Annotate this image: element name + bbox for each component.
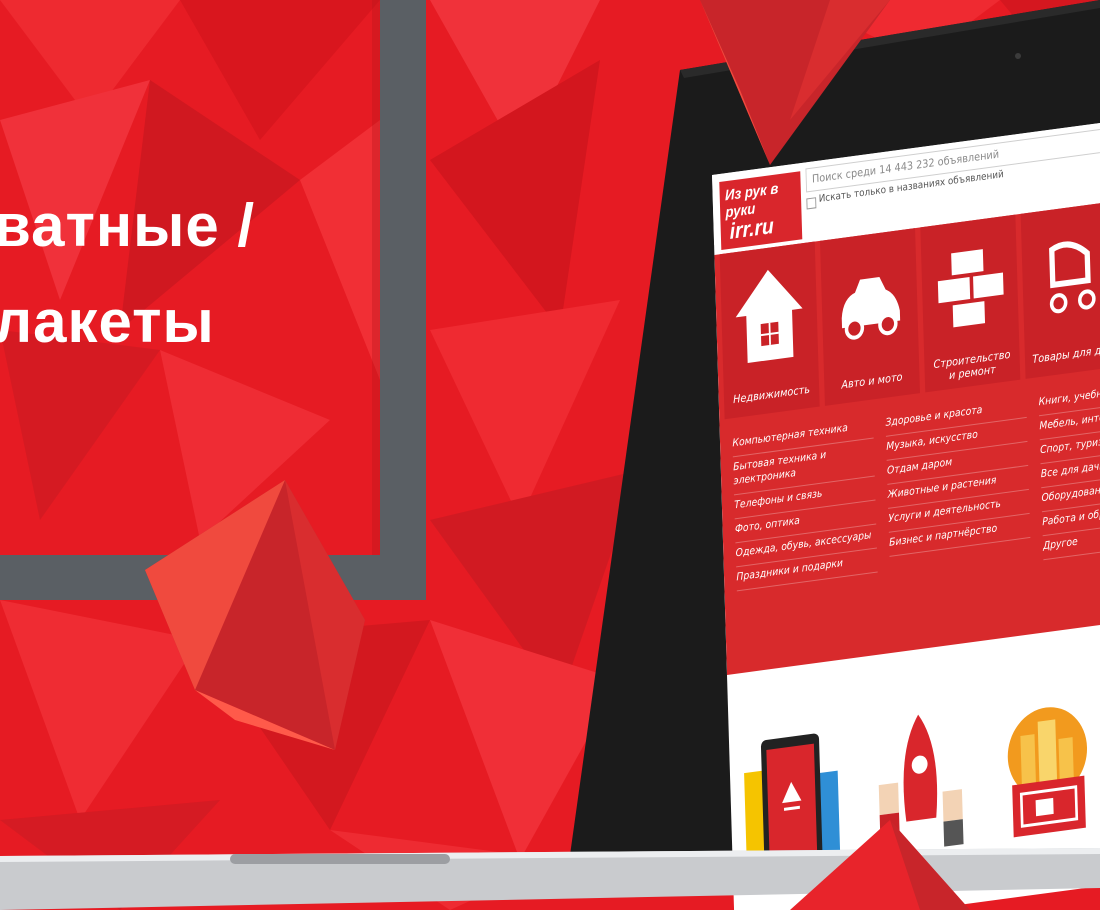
category-kids[interactable]: Товары для дет xyxy=(1020,201,1100,379)
links-column-3: Книги, учебники, журналы Мебель, интерье… xyxy=(1038,373,1100,561)
city-payment-illustration[interactable] xyxy=(997,686,1098,849)
category-auto[interactable]: Авто и мото xyxy=(820,228,920,406)
decorative-shard-top xyxy=(700,0,890,165)
promo-banner: ватные / лакеты Из рук в руки irr.ru Пои… xyxy=(0,0,1100,910)
links-column-1: Компьютерная техника Бытовая техника и э… xyxy=(732,414,878,592)
site-logo[interactable]: Из рук в руки irr.ru xyxy=(719,171,803,251)
category-construction[interactable]: Строительство и ремонт xyxy=(920,214,1021,393)
website-screen: Из рук в руки irr.ru Поиск среди 14 443 … xyxy=(712,108,1100,910)
title-only-checkbox[interactable] xyxy=(806,197,817,210)
car-icon xyxy=(841,277,901,340)
house-icon xyxy=(735,269,803,363)
category-panel: Недвижимость Авто и мото Строительство и… xyxy=(714,188,1100,676)
category-label: Товары для дет xyxy=(1032,342,1100,366)
category-real-estate[interactable]: Недвижимость xyxy=(719,241,820,420)
category-label: Недвижимость xyxy=(732,382,811,407)
laptop-mockup: Из рук в руки irr.ru Поиск среди 14 443 … xyxy=(0,0,1100,910)
category-label: Авто и мото xyxy=(841,370,903,392)
bricks-icon xyxy=(937,249,1004,328)
stroller-icon xyxy=(1049,241,1096,314)
decorative-shard-bottom xyxy=(790,820,970,910)
category-label: Строительство и ремонт xyxy=(933,347,1011,383)
logo-bottom-text: irr.ru xyxy=(729,212,775,244)
links-column-2: Здоровье и красота Музыка, искусство Отд… xyxy=(885,393,1031,557)
